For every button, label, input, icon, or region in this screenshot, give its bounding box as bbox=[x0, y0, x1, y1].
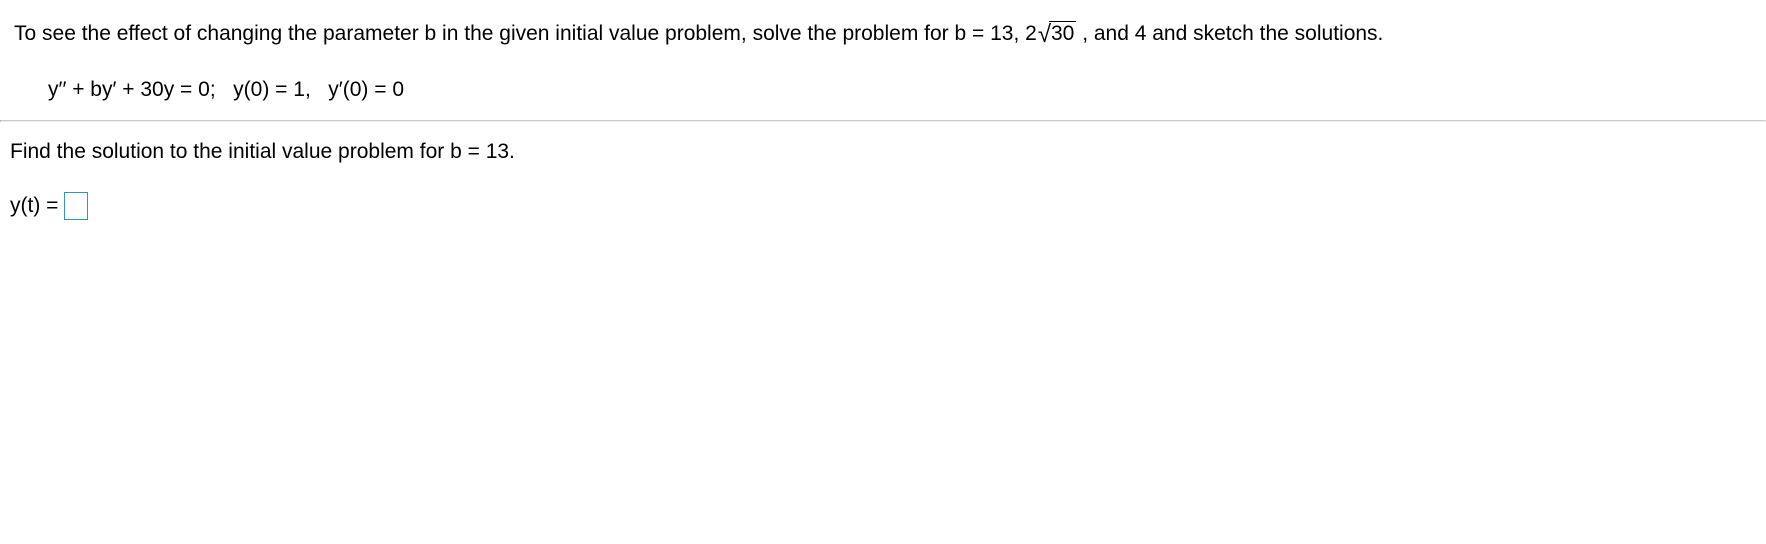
radicand: 30 bbox=[1049, 21, 1076, 45]
sqrt-expression: √30 bbox=[1038, 21, 1077, 45]
question-prompt: Find the solution to the initial value p… bbox=[0, 122, 1766, 174]
problem-intro: To see the effect of changing the parame… bbox=[0, 0, 1766, 68]
question-text-content: Find the solution to the initial value p… bbox=[10, 140, 515, 163]
answer-input[interactable] bbox=[64, 192, 88, 220]
intro-text-before: To see the effect of changing the parame… bbox=[14, 22, 1037, 45]
intro-text-after: , and 4 and sketch the solutions. bbox=[1076, 22, 1383, 45]
radical-icon: √ bbox=[1038, 23, 1051, 47]
differential-equation: y′′ + by′ + 30y = 0; y(0) = 1, y′(0) = 0 bbox=[0, 68, 1766, 120]
answer-label: y(t) = bbox=[10, 194, 58, 218]
equation-text: y′′ + by′ + 30y = 0; y(0) = 1, y′(0) = 0 bbox=[48, 78, 404, 101]
answer-row: y(t) = bbox=[0, 174, 1766, 230]
